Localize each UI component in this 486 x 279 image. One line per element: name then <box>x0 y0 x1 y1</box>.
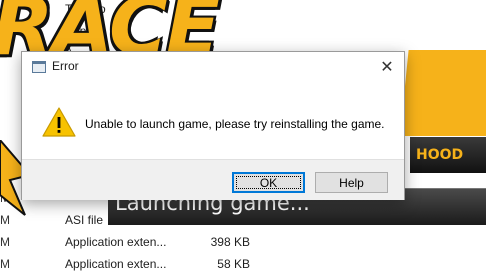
warning-icon <box>42 107 76 137</box>
dialog-footer: OK Help <box>22 159 404 200</box>
dialog-titlebar[interactable]: Error ✕ <box>22 52 404 81</box>
date-modified: M <box>0 2 10 16</box>
file-type: Text Do <box>65 2 106 16</box>
list-item[interactable]: M Application exten... 58 KB <box>0 257 486 279</box>
error-message: Unable to launch game, please try reinst… <box>85 117 385 131</box>
date-modified: M <box>0 45 10 59</box>
file-type: Applic <box>65 24 98 38</box>
file-type: ASI file <box>65 213 104 227</box>
list-item[interactable]: M Text Do <box>0 2 486 24</box>
file-type: Application exten... <box>65 235 167 249</box>
date-modified: M <box>0 191 10 205</box>
window-icon <box>32 61 46 73</box>
date-modified: M <box>0 24 10 38</box>
ok-button[interactable]: OK <box>232 172 305 193</box>
file-size: 132 KB <box>210 213 250 227</box>
file-size: 398 KB <box>210 235 250 249</box>
error-dialog: Error ✕ Unable to launch game, please tr… <box>21 51 405 200</box>
dialog-title: Error <box>52 59 79 73</box>
date-modified: M <box>0 257 10 271</box>
date-modified: M <box>0 213 10 227</box>
date-modified: M <box>0 235 10 249</box>
file-type: Application exten... <box>65 257 167 271</box>
help-button[interactable]: Help <box>315 172 388 193</box>
list-item[interactable]: M ASI file 132 KB <box>0 213 486 235</box>
file-size: 58 KB <box>217 257 250 271</box>
close-button[interactable]: ✕ <box>370 52 404 81</box>
date-modified: M <box>0 170 10 184</box>
list-item[interactable]: M Applic <box>0 24 486 46</box>
list-item[interactable]: M Application exten... 398 KB <box>0 235 486 257</box>
